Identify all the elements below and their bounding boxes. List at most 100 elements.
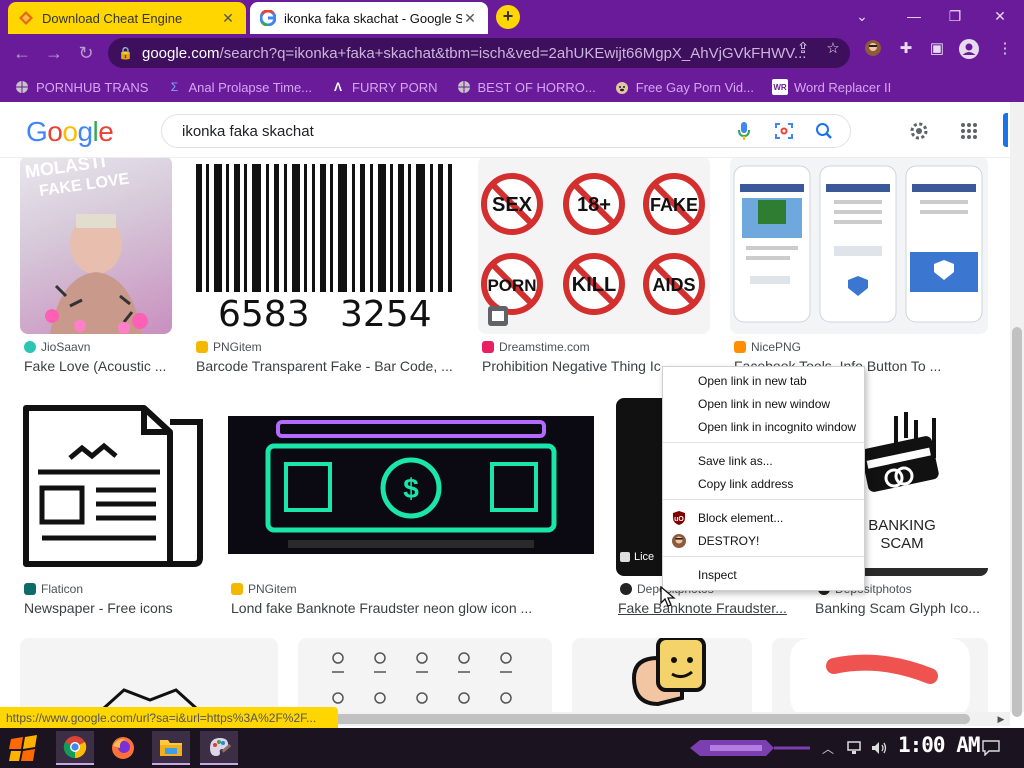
tab-google-search[interactable]: ikonka faka skachat - Google Se ✕ [250, 2, 488, 34]
menu-item-open-new-window[interactable]: Open link in new window [663, 393, 864, 415]
lambda-icon: Λ [334, 80, 343, 94]
start-button[interactable] [4, 731, 42, 765]
menu-item-inspect[interactable]: Inspect [663, 564, 864, 586]
result-source: PNGitem [231, 582, 297, 596]
result-title[interactable]: Fake Banknote Fraudster... [618, 600, 788, 616]
result-title[interactable]: Lond fake Banknote Fraudster neon glow i… [231, 600, 591, 616]
show-hidden-icons-chevron-icon[interactable]: ︿ [818, 731, 838, 765]
result-source: NicePNG [734, 340, 801, 354]
side-panel-icon[interactable]: ▣ [926, 38, 948, 60]
svg-text:18+: 18+ [577, 194, 611, 216]
result-thumbnail[interactable] [572, 638, 752, 712]
scrollbar-thumb[interactable] [1012, 327, 1022, 717]
settings-gear-icon[interactable] [908, 120, 930, 142]
svg-text:SCAM: SCAM [880, 535, 923, 552]
tab-close-icon[interactable]: ✕ [220, 10, 236, 27]
google-logo[interactable]: Google [26, 116, 114, 148]
bookmark-item[interactable]: WR Word Replacer II [771, 79, 891, 95]
flaticon-favicon [24, 583, 36, 595]
firefox-icon[interactable] [104, 731, 142, 765]
mouse-cursor-icon [660, 585, 676, 608]
extension-avatar-icon[interactable] [862, 39, 884, 61]
forward-arrow-icon[interactable]: → [42, 41, 66, 65]
taskbar-decoration [690, 740, 810, 756]
menu-item-copy-link[interactable]: Copy link address [663, 473, 864, 495]
bookmark-item[interactable]: PORNHUB TRANS [14, 79, 148, 95]
menu-item-destroy[interactable]: DESTROY! [663, 530, 864, 552]
chrome-icon[interactable] [56, 731, 94, 765]
menu-kebab-icon[interactable]: ⋮ [994, 38, 1016, 60]
result-source: Flaticon [24, 582, 83, 596]
back-arrow-icon[interactable]: ← [10, 41, 34, 65]
search-icon[interactable] [810, 117, 838, 145]
taskbar-clock[interactable]: 1:00 AM [898, 733, 981, 757]
context-menu: Open link in new tab Open link in new wi… [662, 366, 865, 591]
address-bar[interactable]: 🔒 google.com/search?q=ikonka+faka+skacha… [108, 38, 850, 68]
result-thumbnail[interactable]: SEX 18+ FAKE PORN KILL AIDS [478, 158, 710, 334]
cheat-engine-icon [18, 10, 34, 26]
search-box[interactable] [161, 114, 851, 148]
tab-close-icon[interactable]: ✕ [462, 10, 478, 27]
bookmark-label: BEST OF HORRO... [477, 79, 596, 95]
sigma-icon: Σ [170, 80, 179, 94]
result-thumbnail[interactable] [20, 398, 208, 576]
menu-item-open-new-tab[interactable]: Open link in new tab [663, 370, 864, 392]
extensions-puzzle-icon[interactable]: ✚ [895, 38, 917, 60]
result-thumbnail[interactable] [730, 158, 988, 334]
paint-icon[interactable] [200, 731, 238, 765]
globe-icon [456, 79, 472, 95]
volume-icon[interactable] [868, 731, 892, 765]
result-thumbnail[interactable] [298, 638, 552, 712]
menu-item-block-element[interactable]: uO Block element... [663, 507, 864, 529]
result-thumbnail[interactable] [772, 638, 988, 712]
result-thumbnail[interactable]: MOLASTI FAKE LOVE [20, 158, 172, 334]
result-title[interactable]: Banking Scam Glyph Ico... [815, 600, 985, 616]
lens-camera-icon[interactable] [770, 117, 798, 145]
minimize-button[interactable]: — [904, 6, 924, 26]
result-thumbnail[interactable] [20, 638, 278, 712]
restore-button[interactable]: ❐ [945, 6, 965, 26]
scroll-right-arrow-icon[interactable]: ▶ [994, 712, 1008, 726]
share-icon[interactable]: ⇪ [792, 38, 814, 60]
tab-download-cheat-engine[interactable]: Download Cheat Engine ✕ [8, 2, 246, 34]
menu-item-open-incognito[interactable]: Open link in incognito window [663, 416, 864, 438]
bookmark-item[interactable]: Σ Anal Prolapse Time... [166, 79, 312, 95]
svg-text:SEX: SEX [492, 194, 533, 216]
close-window-button[interactable]: ✕ [990, 6, 1010, 26]
microphone-icon[interactable] [730, 117, 758, 145]
depositphotos-favicon [620, 583, 632, 595]
result-title[interactable]: Newspaper - Free icons [24, 600, 208, 616]
result-thumbnail[interactable]: $ [228, 398, 594, 576]
menu-item-save-link[interactable]: Save link as... [663, 450, 864, 472]
notifications-icon[interactable] [978, 731, 1004, 765]
result-title[interactable]: Barcode Transparent Fake - Bar Code, ... [196, 358, 456, 374]
result-thumbnail[interactable]: 6583 3254 [192, 158, 458, 334]
barcode-number-left: 6583 [218, 294, 310, 334]
dreamstime-favicon [482, 341, 494, 353]
bookmark-star-icon[interactable]: ☆ [822, 38, 844, 60]
google-g-icon [260, 10, 276, 26]
bookmark-item[interactable]: Λ FURRY PORN [330, 79, 438, 95]
status-url-bubble: https://www.google.com/url?sa=i&url=http… [0, 707, 338, 729]
svg-text:BANKING: BANKING [868, 517, 936, 534]
search-input[interactable] [180, 121, 730, 141]
apps-grid-icon[interactable] [958, 120, 980, 142]
network-icon[interactable] [842, 731, 866, 765]
reload-icon[interactable]: ↻ [74, 41, 98, 65]
profile-icon[interactable] [958, 39, 980, 61]
menu-item-label: DESTROY! [698, 534, 760, 548]
tab-search-chevron-icon[interactable]: ⌄ [852, 6, 872, 26]
file-explorer-icon[interactable] [152, 731, 190, 765]
result-thumbnail[interactable]: BANKING SCAM [846, 398, 988, 576]
tab-title: Download Cheat Engine [42, 10, 183, 26]
vertical-scrollbar[interactable] [1010, 102, 1024, 717]
result-title[interactable]: Fake Love (Acoustic ... [24, 358, 174, 374]
bookmark-item[interactable]: Free Gay Porn Vid... [614, 79, 754, 95]
lock-icon[interactable]: 🔒 [118, 46, 133, 60]
menu-separator [663, 499, 864, 500]
globe-icon [14, 79, 30, 95]
bookmark-label: FURRY PORN [352, 79, 438, 95]
bookmark-item[interactable]: BEST OF HORRO... [456, 79, 596, 95]
sign-in-button[interactable] [1003, 113, 1008, 147]
new-tab-button[interactable]: + [496, 5, 520, 29]
